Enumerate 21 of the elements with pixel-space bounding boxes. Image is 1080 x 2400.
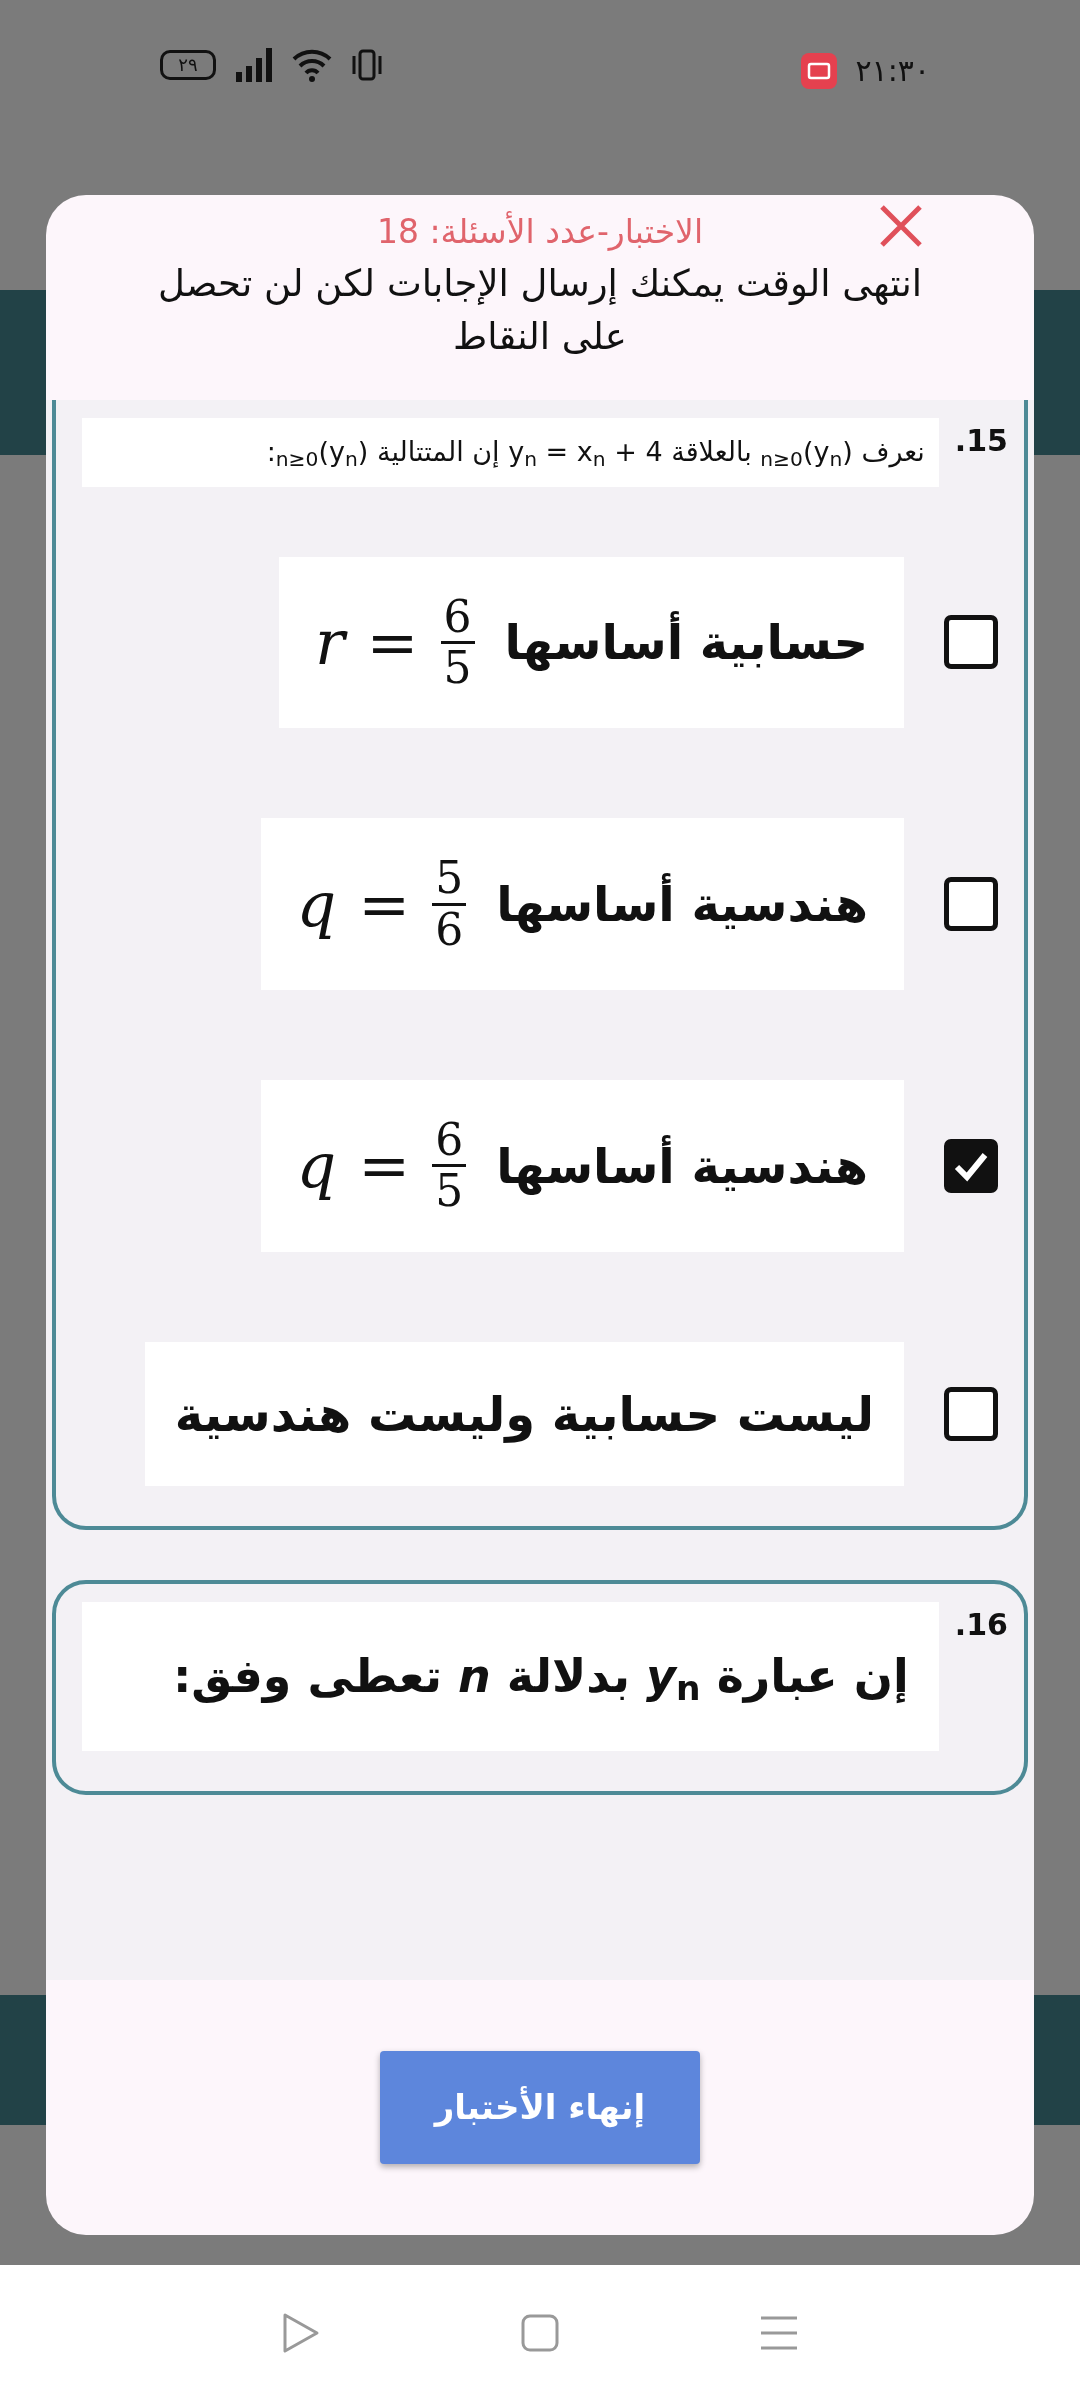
- home-icon[interactable]: [521, 2313, 559, 2352]
- equals-sign: =: [358, 1128, 411, 1205]
- answer-option[interactable]: ليست حسابية وليست هندسية: [144, 1341, 904, 1486]
- finish-quiz-button[interactable]: إنهاء الأختبار: [380, 2051, 700, 2164]
- dialog-message: انتهى الوقت يمكنك إرسال الإجابات لكن لن تحصل على النقاط: [157, 260, 923, 361]
- checkbox[interactable]: [944, 877, 998, 932]
- checkbox[interactable]: [944, 1386, 998, 1441]
- signal-icon: [234, 48, 274, 82]
- question-number: .15: [954, 422, 1008, 460]
- equals-sign: =: [366, 604, 419, 681]
- checkbox[interactable]: [944, 1138, 998, 1193]
- checkbox[interactable]: [944, 615, 998, 670]
- equals-sign: =: [358, 866, 411, 943]
- record-icon: [801, 52, 838, 89]
- dialog-title: الاختبار-عدد الأسئلة: 18: [376, 210, 704, 253]
- menu-icon[interactable]: [759, 2314, 799, 2351]
- clock-time: ٢١:٣٠: [855, 52, 930, 90]
- question-number: .16: [954, 1605, 1008, 1644]
- wifi-icon: [292, 48, 332, 82]
- battery-icon: ٢٩: [160, 50, 216, 80]
- vibrate-icon: [350, 48, 384, 82]
